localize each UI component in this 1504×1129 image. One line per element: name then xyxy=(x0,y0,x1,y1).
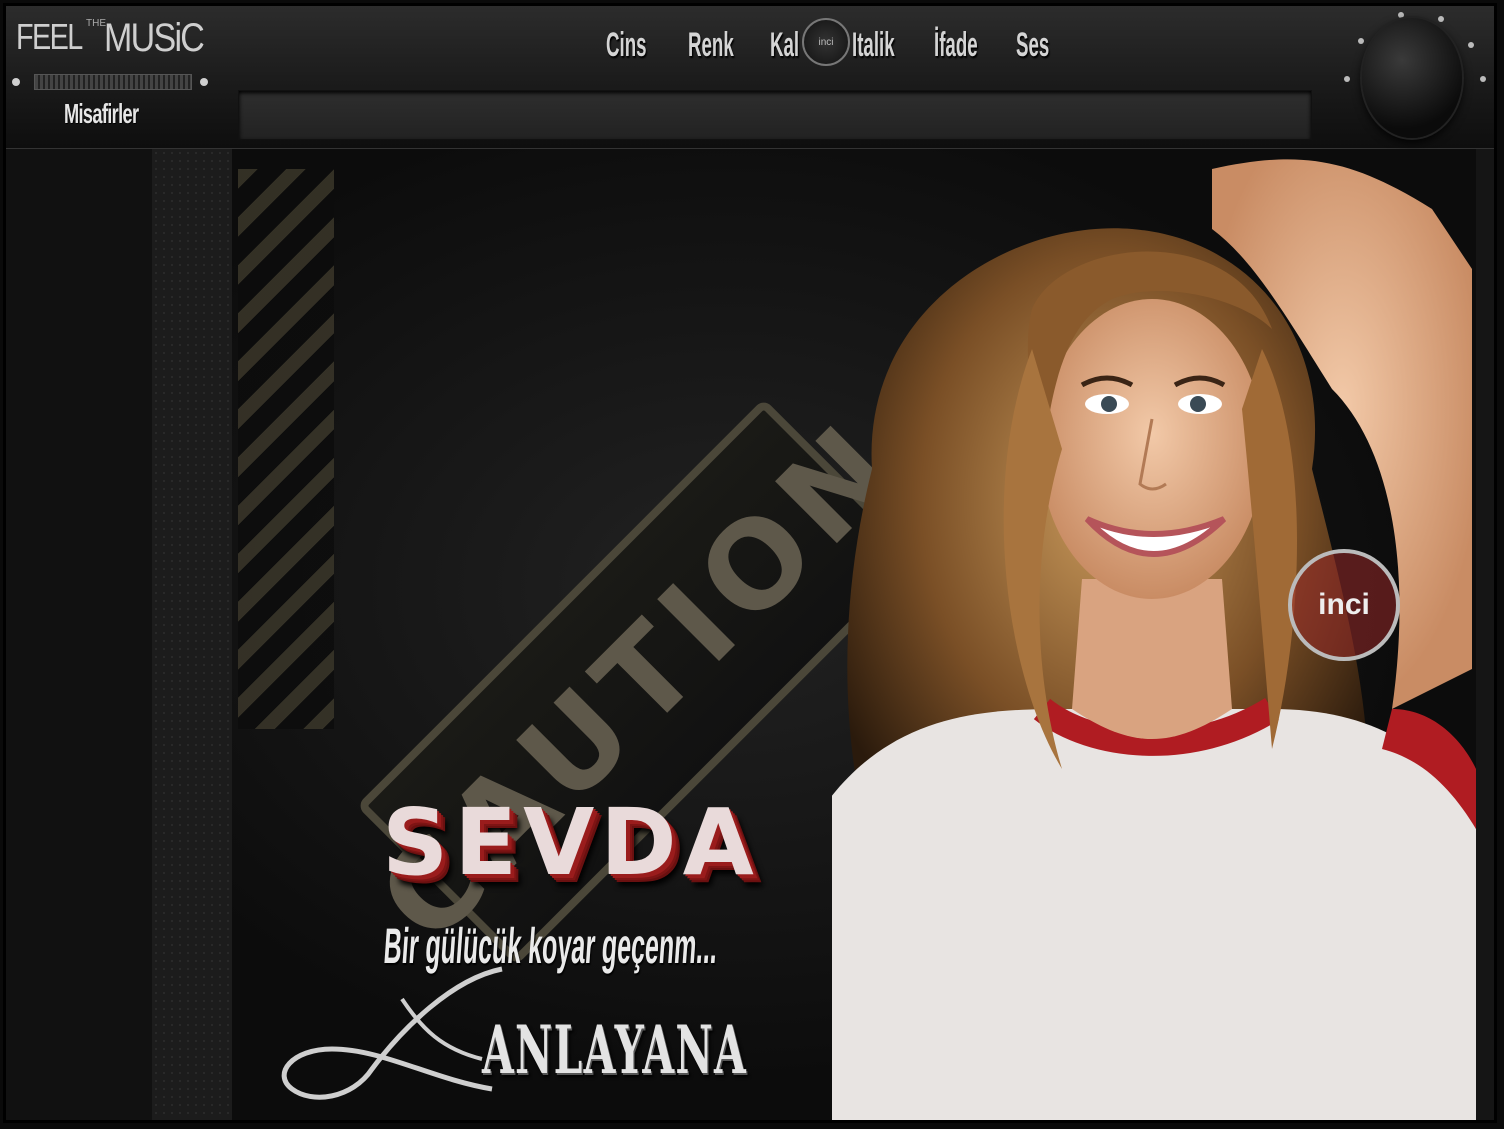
hazard-stripes xyxy=(238,169,334,729)
menu-item-ifade[interactable]: İfade xyxy=(934,26,978,65)
calligraphy-swash-icon xyxy=(281,966,503,1100)
menu-item-italik[interactable]: Italik xyxy=(852,26,895,65)
volume-right-dot xyxy=(200,78,208,86)
logo-feel: FEEL xyxy=(16,16,83,57)
knob-tick-icon xyxy=(1480,76,1486,82)
menu-item-kalin[interactable]: Kal xyxy=(770,26,799,65)
menu-item-renk[interactable]: Renk xyxy=(688,26,734,65)
volume-knob[interactable] xyxy=(1342,10,1488,144)
left-decor-strip xyxy=(152,149,232,1120)
inci-watermark-icon: inci xyxy=(1288,549,1400,661)
logo-music: MUSiC xyxy=(104,16,205,60)
logo-the: THE xyxy=(86,18,106,29)
knob-tick-icon xyxy=(1438,16,1444,22)
feel-the-music-logo: FEEL THE MUSiC xyxy=(16,12,206,72)
volume-left-dot xyxy=(12,78,20,86)
knob-tick-icon xyxy=(1398,12,1404,18)
username-label: Misafirler xyxy=(64,98,139,129)
menu-item-ses[interactable]: Ses xyxy=(1016,26,1049,65)
hero-title: SEVDA xyxy=(382,789,760,896)
knob-tick-icon xyxy=(1344,76,1350,82)
app-window: FEEL THE MUSiC Misafirler Cins Renk Kal … xyxy=(3,3,1497,1123)
knob-dial-icon[interactable] xyxy=(1362,18,1462,138)
knob-tick-icon xyxy=(1358,38,1364,44)
inci-badge-icon: inci xyxy=(802,18,850,66)
volume-bar[interactable] xyxy=(34,74,192,90)
knob-tick-icon xyxy=(1468,42,1474,48)
hero-scene: CAUTION inci SEVDA Bir gülücük koyar geç… xyxy=(232,149,1476,1120)
menu-item-cins[interactable]: Cins xyxy=(606,26,647,65)
message-bar xyxy=(238,90,1312,140)
hero-tagline: ANLAYANA xyxy=(482,1011,748,1089)
top-bar: FEEL THE MUSiC Misafirler Cins Renk Kal … xyxy=(6,6,1494,149)
